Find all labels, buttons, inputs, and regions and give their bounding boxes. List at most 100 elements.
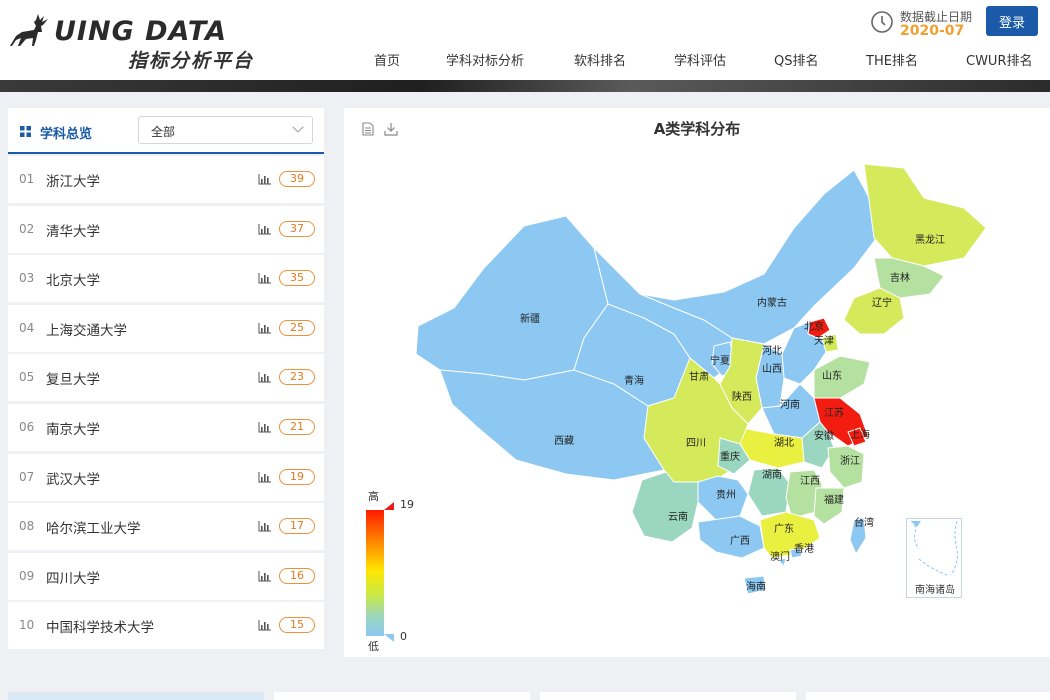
map-region-label: 辽宁 — [872, 296, 892, 309]
date-value: 2020-07 — [900, 23, 965, 39]
bar-chart-icon[interactable] — [258, 422, 271, 433]
bar-chart-icon[interactable] — [258, 322, 271, 334]
grid-icon — [20, 126, 31, 137]
legend-gradient-bar[interactable] — [366, 510, 384, 636]
discipline-count-badge: 23 — [279, 369, 315, 386]
map-region-label: 福建 — [824, 493, 844, 506]
map-region-label: 吉林 — [890, 271, 910, 284]
bottom-tab-4[interactable] — [806, 692, 1050, 700]
map-region[interactable] — [827, 445, 865, 489]
south-china-sea-inset: 南海诸岛 — [906, 518, 962, 598]
nav-shanghai-ranking[interactable]: 软科排名 — [574, 50, 626, 69]
rank-number: 01 — [19, 172, 35, 186]
rank-number: 05 — [19, 370, 35, 385]
university-name: 浙江大学 — [46, 174, 100, 190]
discipline-overview-panel: 学科总览 全部 01 浙江大学 39 02 清华大学 37 03 北京大学 35 04 上海交通大学… — [8, 108, 324, 652]
map-region-label: 陕西 — [732, 390, 752, 403]
nav-qs-ranking[interactable]: QS排名 — [774, 50, 819, 69]
list-item[interactable]: 08 哈尔滨工业大学 17 — [8, 503, 324, 551]
discipline-count-badge: 39 — [279, 171, 315, 187]
discipline-count-badge: 37 — [279, 220, 315, 237]
list-item[interactable]: 07 武汉大学 19 — [8, 453, 324, 501]
bottom-tab-1[interactable] — [8, 692, 264, 700]
map-region-label: 台湾 — [854, 516, 874, 529]
bar-chart-icon[interactable] — [258, 471, 271, 483]
map-region-label: 江西 — [800, 475, 820, 487]
bar-chart-icon[interactable] — [258, 174, 271, 185]
legend-high-label: 高 — [368, 490, 379, 503]
platform-subtitle: 指标分析平台 — [128, 50, 255, 72]
list-item[interactable]: 03 北京大学 35 — [8, 255, 324, 303]
map-region-label: 湖北 — [774, 437, 794, 449]
rank-number: 04 — [19, 320, 35, 335]
university-name: 四川大学 — [46, 570, 100, 587]
map-region-label: 安徽 — [814, 429, 834, 442]
map-region-label: 上海 — [850, 428, 870, 441]
brand-name: UING DATA — [54, 16, 228, 47]
nav-discipline-evaluation[interactable]: 学科评估 — [674, 50, 726, 69]
rank-number: 06 — [19, 420, 35, 434]
list-item[interactable]: 01 浙江大学 39 — [8, 156, 324, 203]
map-region-label: 黑龙江 — [915, 233, 945, 246]
legend-max-handle[interactable] — [384, 502, 394, 510]
nav-cwur-ranking[interactable]: CWUR排名 — [966, 50, 1032, 69]
list-item[interactable]: 04 上海交通大学 25 — [8, 304, 324, 352]
map-region[interactable] — [813, 487, 845, 525]
map-region[interactable] — [863, 163, 987, 267]
list-item[interactable]: 05 复旦大学 23 — [8, 354, 324, 402]
map-region-label: 河南 — [780, 398, 800, 411]
inset-label: 南海诸岛 — [915, 585, 955, 596]
map-region-label: 新疆 — [520, 312, 540, 325]
bar-chart-icon[interactable] — [258, 521, 271, 532]
logo[interactable]: UING DATA 指标分析平台 — [8, 8, 268, 72]
map-region-label: 西藏 — [554, 435, 574, 447]
discipline-count-badge: 35 — [279, 270, 315, 287]
nav-the-ranking[interactable]: THE排名 — [866, 50, 918, 69]
map-region-label: 北京 — [804, 320, 824, 333]
legend-max-value: 19 — [400, 498, 414, 511]
university-name: 清华大学 — [46, 223, 100, 240]
bottom-tab-2[interactable] — [274, 692, 530, 700]
map-region-label: 云南 — [668, 510, 688, 523]
discipline-count-badge: 17 — [279, 518, 315, 535]
bar-chart-icon[interactable] — [258, 273, 271, 284]
map-region-label: 澳门 — [770, 550, 790, 563]
list-item[interactable]: 02 清华大学 37 — [8, 205, 324, 253]
login-button[interactable]: 登录 — [986, 6, 1038, 36]
nav-discipline-benchmark[interactable]: 学科对标分析 — [446, 50, 524, 69]
map-region-label: 海南 — [746, 580, 766, 593]
map-region-label: 山西 — [762, 363, 782, 375]
map-region-label: 青海 — [624, 374, 644, 387]
university-name: 复旦大学 — [46, 372, 100, 389]
discipline-count-badge: 21 — [279, 419, 315, 435]
university-name: 中国科学技术大学 — [46, 620, 154, 637]
map-region-label: 广西 — [730, 535, 750, 547]
map-region-label: 江苏 — [824, 406, 844, 419]
bar-chart-icon[interactable] — [258, 570, 271, 582]
bar-chart-icon[interactable] — [258, 223, 271, 235]
rank-number: 08 — [19, 519, 35, 534]
data-cutoff-date: 数据截止日期 2020-07 — [870, 8, 980, 40]
panel-title: 学科总览 — [40, 127, 93, 142]
list-item[interactable]: 06 南京大学 21 — [8, 404, 324, 451]
map-legend: 高 19 0 低 — [366, 488, 426, 653]
map-region[interactable] — [631, 471, 699, 543]
nav-home[interactable]: 首页 — [374, 50, 400, 69]
rank-number: 10 — [19, 618, 35, 633]
chevron-down-icon — [292, 121, 304, 133]
map-region-label: 广东 — [774, 522, 794, 535]
map-region-label: 香港 — [794, 543, 814, 555]
map-region-label: 浙江 — [840, 455, 860, 467]
category-select[interactable]: 全部 — [138, 116, 313, 144]
bar-chart-icon[interactable] — [258, 620, 271, 631]
legend-min-handle[interactable] — [384, 634, 394, 642]
rank-number: 02 — [19, 221, 35, 236]
bottom-tab-3[interactable] — [540, 692, 796, 700]
map-region-label: 山东 — [822, 369, 842, 382]
university-name: 武汉大学 — [46, 471, 100, 488]
discipline-count-badge: 15 — [279, 617, 315, 634]
legend-min-value: 0 — [400, 630, 407, 643]
bar-chart-icon[interactable] — [258, 372, 271, 383]
list-item[interactable]: 09 四川大学 16 — [8, 552, 324, 600]
list-item[interactable]: 10 中国科学技术大学 15 — [8, 602, 324, 650]
